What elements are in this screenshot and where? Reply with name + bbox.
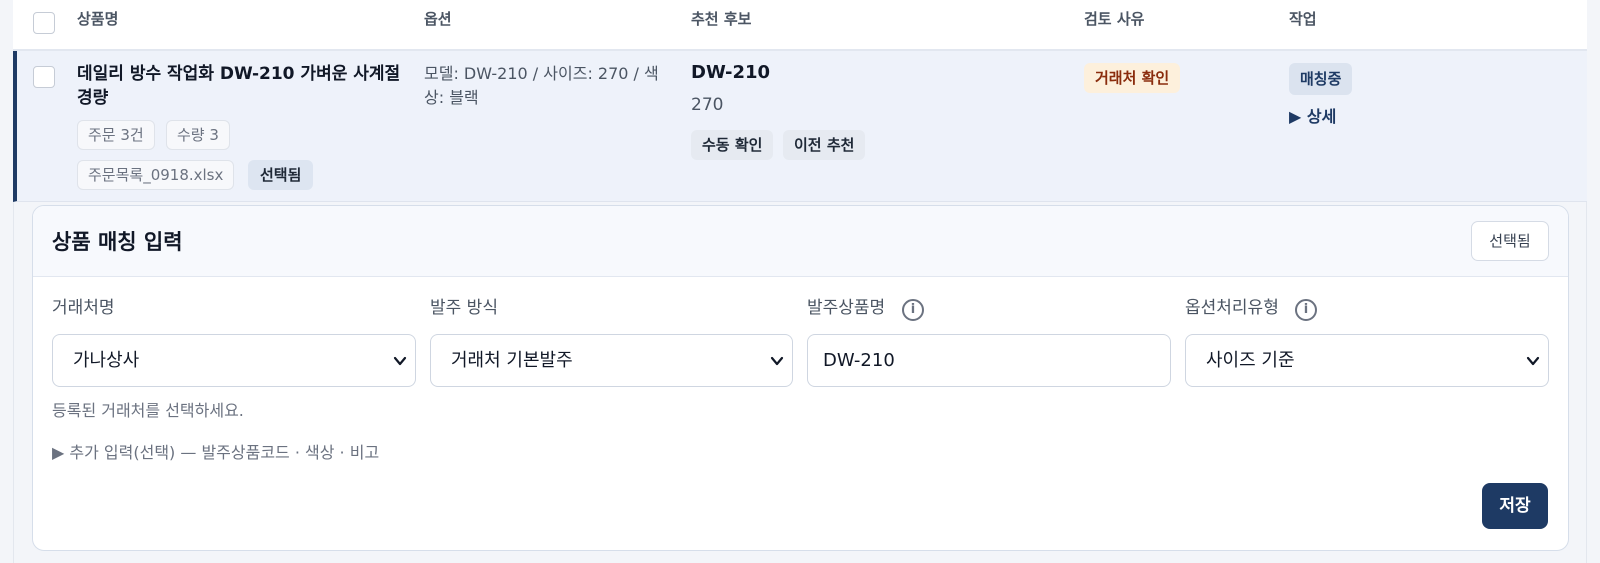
info-icon[interactable]: i — [1295, 299, 1317, 321]
option-type-select-value: 사이즈 기준 — [1206, 350, 1295, 371]
header-option: 옵션 — [424, 10, 452, 28]
option-type-select[interactable]: 사이즈 기준 — [1185, 334, 1549, 387]
product-name: 데일리 방수 작업화 DW-210 가벼운 사계절 경량 — [77, 64, 401, 108]
quantity-chip: 수량 3 — [166, 120, 230, 150]
order-method-select[interactable]: 거래처 기본발주 — [430, 334, 793, 387]
table-header — [13, 0, 1587, 51]
vendor-select[interactable]: 가나상사 — [52, 334, 416, 387]
review-reason-badge: 거래처 확인 — [1084, 63, 1181, 93]
order-method-select-value: 거래처 기본발주 — [451, 350, 573, 371]
header-recommend: 추천 후보 — [691, 10, 752, 28]
vendor-hint: 등록된 거래처를 선택하세요. — [52, 401, 244, 420]
chevron-down-icon — [1526, 356, 1540, 366]
option-text: 모델: DW-210 / 사이즈: 270 / 색상: 블랙 — [424, 64, 659, 107]
detail-toggle[interactable]: ▶ 상세 — [1289, 103, 1336, 127]
chevron-down-icon — [393, 356, 407, 366]
order-product-input-value: DW-210 — [823, 350, 895, 371]
order-method-label: 발주 방식 — [430, 298, 498, 318]
recommend-code: DW-210 — [691, 62, 771, 83]
panel-selected-button[interactable]: 선택됨 — [1471, 221, 1549, 261]
row-checkbox[interactable] — [33, 66, 55, 88]
info-icon[interactable]: i — [902, 299, 924, 321]
additional-input-toggle[interactable]: ▶ 추가 입력(선택) — 발주상품코드 · 색상 · 비고 — [52, 439, 379, 463]
selected-chip: 선택됨 — [248, 160, 314, 190]
recommend-size: 270 — [691, 95, 724, 115]
status-badge: 매칭중 — [1289, 63, 1353, 95]
order-product-label: 발주상품명 — [807, 298, 886, 318]
option-type-label: 옵션처리유형 — [1185, 298, 1279, 318]
order-product-input[interactable]: DW-210 — [807, 334, 1171, 387]
save-button[interactable]: 저장 — [1482, 483, 1548, 529]
vendor-select-value: 가나상사 — [73, 350, 140, 371]
header-product: 상품명 — [77, 10, 119, 28]
chevron-down-icon — [770, 356, 784, 366]
panel-title: 상품 매칭 입력 — [52, 230, 183, 254]
file-chip: 주문목록_0918.xlsx — [77, 160, 235, 190]
manual-check-button[interactable]: 수동 확인 — [691, 130, 774, 160]
header-action: 작업 — [1289, 10, 1317, 28]
previous-recommend-button[interactable]: 이전 추천 — [783, 130, 866, 160]
order-count-chip: 주문 3건 — [77, 120, 155, 150]
header-reason: 검토 사유 — [1084, 10, 1145, 28]
select-all-checkbox[interactable] — [33, 12, 55, 34]
panel-header: 상품 매칭 입력 선택됨 — [33, 206, 1568, 277]
vendor-label: 거래처명 — [52, 298, 115, 318]
